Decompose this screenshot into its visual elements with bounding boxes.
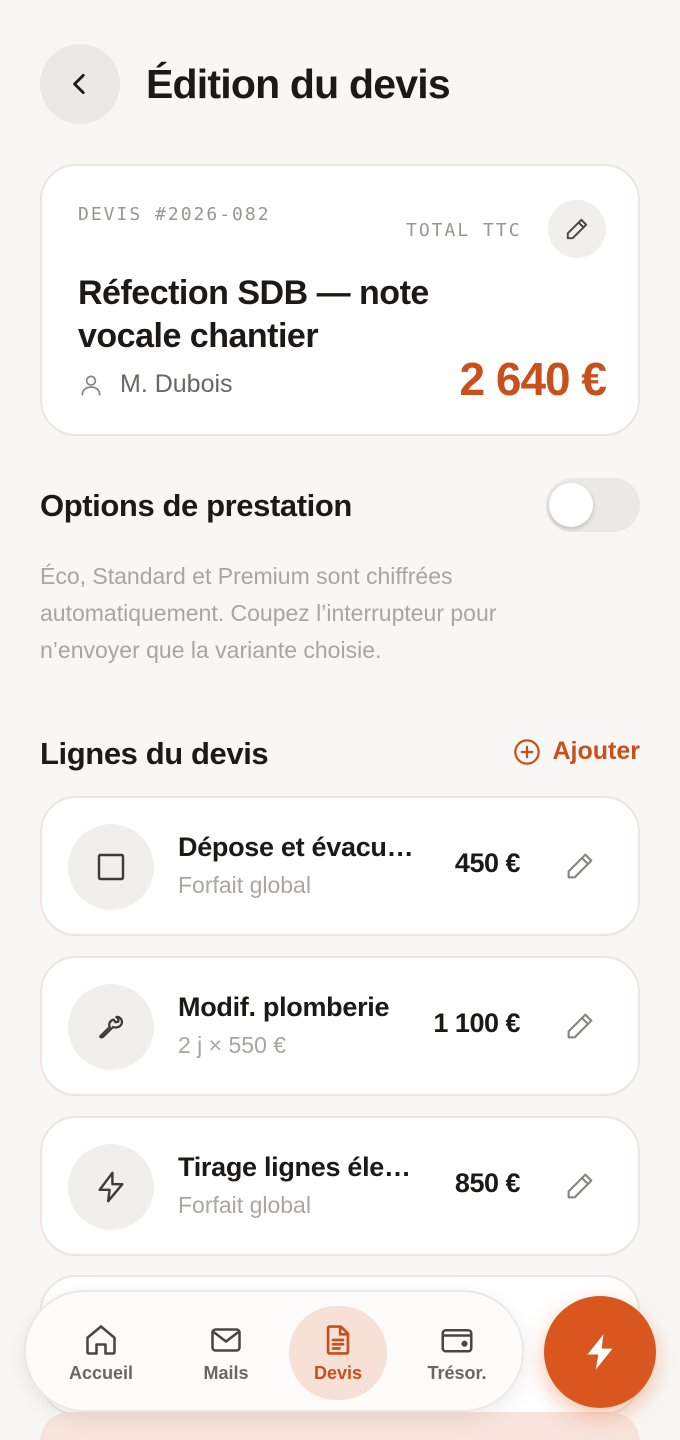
toggle-knob xyxy=(549,483,593,527)
line-name: Tirage lignes électriques xyxy=(178,1152,418,1182)
client: M. Dubois xyxy=(78,370,233,399)
lines-title: Lignes du devis xyxy=(40,736,269,771)
line-price: 850 € xyxy=(454,1168,521,1198)
line-icon xyxy=(68,1144,154,1230)
line-detail: 2 j × 550 € xyxy=(178,1032,287,1058)
nav-label: Trésor. xyxy=(427,1362,487,1383)
bottom-navigation: Accueil Mails Devis Trésor. xyxy=(24,1290,524,1412)
edit-line-button[interactable] xyxy=(564,850,596,882)
nav-item-devis[interactable]: Devis xyxy=(289,1306,387,1400)
home-icon xyxy=(83,1323,119,1357)
nav-item-tresor[interactable]: Trésor. xyxy=(408,1306,506,1400)
edit-line-button[interactable] xyxy=(564,1170,596,1202)
client-name: M. Dubois xyxy=(120,370,233,398)
lightning-icon xyxy=(587,1334,613,1370)
wrench-icon xyxy=(99,1015,124,1039)
line-icon xyxy=(68,984,154,1070)
total-amount: 2 640 € xyxy=(459,353,607,405)
pencil-icon xyxy=(567,853,593,879)
line-name: Dépose et évacuation xyxy=(178,832,418,862)
pencil-icon xyxy=(567,1173,593,1199)
quote-line[interactable]: Modif. plomberie 2 j × 550 € 1 100 € xyxy=(40,956,640,1096)
nav-label: Devis xyxy=(313,1362,363,1383)
line-detail: Forfait global xyxy=(178,1192,311,1218)
line-icon xyxy=(68,824,154,910)
plus-circle-icon xyxy=(513,738,541,766)
chevron-left-icon xyxy=(73,73,85,95)
quote-number: DEVIS #2026-082 xyxy=(78,204,271,225)
options-toggle[interactable] xyxy=(546,478,640,532)
nav-label: Accueil xyxy=(68,1362,134,1383)
line-price: 1 100 € xyxy=(433,1008,520,1038)
document-icon xyxy=(321,1323,355,1357)
nav-item-mails[interactable]: Mails xyxy=(177,1306,275,1400)
square-icon xyxy=(97,853,125,881)
quote-line[interactable]: Tirage lignes électriques Forfait global… xyxy=(40,1116,640,1256)
user-icon xyxy=(78,372,104,398)
lightning-icon xyxy=(98,1171,124,1203)
quote-summary-card: DEVIS #2026-082 TOTAL TTC Réfection SDB … xyxy=(40,164,640,436)
summary-card-partial xyxy=(40,1412,640,1440)
mail-icon xyxy=(208,1323,244,1357)
line-detail: Forfait global xyxy=(178,872,311,898)
options-description: Éco, Standard et Premium sont chiffrées … xyxy=(40,563,497,663)
nav-item-accueil[interactable]: Accueil xyxy=(52,1306,150,1400)
add-line-label: Ajouter xyxy=(552,737,641,765)
header: Édition du devis xyxy=(40,44,640,124)
add-line-button[interactable]: Ajouter xyxy=(513,737,641,766)
nav-label: Mails xyxy=(203,1362,249,1383)
edit-quote-button[interactable] xyxy=(548,200,606,258)
edit-line-button[interactable] xyxy=(564,1010,596,1042)
quote-line[interactable]: Dépose et évacuation Forfait global 450 … xyxy=(40,796,640,936)
total-label: TOTAL TTC xyxy=(406,220,522,241)
pencil-icon xyxy=(566,218,588,240)
pencil-icon xyxy=(567,1013,593,1039)
quote-title: Réfection SDB — note vocale chantier xyxy=(78,274,429,355)
page-title: Édition du devis xyxy=(146,60,451,107)
line-name: Modif. plomberie xyxy=(178,992,390,1022)
quick-action-button[interactable] xyxy=(544,1296,656,1408)
back-button[interactable] xyxy=(40,44,120,124)
wallet-icon xyxy=(438,1323,476,1357)
options-title: Options de prestation xyxy=(40,488,352,523)
line-price: 450 € xyxy=(454,848,521,878)
